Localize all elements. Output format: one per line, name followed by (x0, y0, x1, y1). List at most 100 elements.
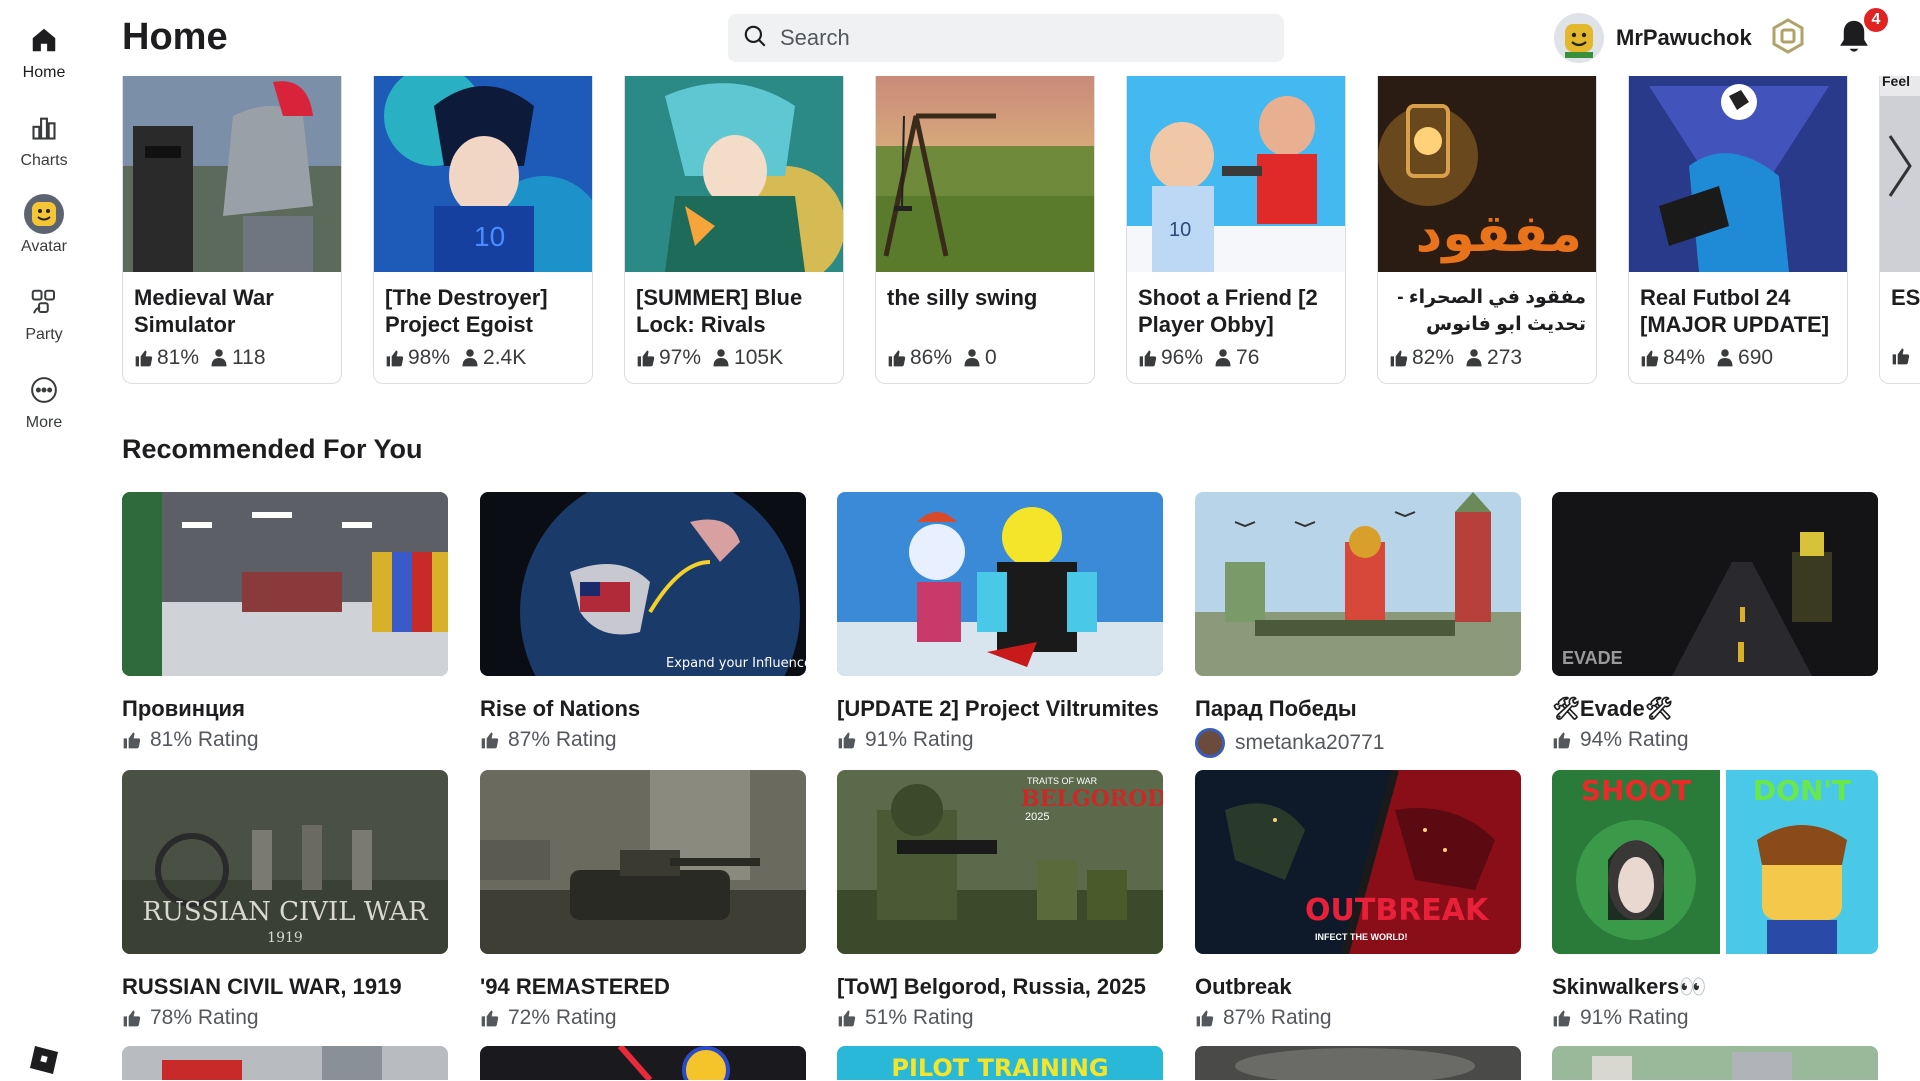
thumbs-up-icon (123, 1010, 141, 1027)
game-card[interactable]: Провинция 81% Rating (122, 492, 448, 752)
robux-icon[interactable] (1770, 17, 1806, 59)
game-players: 118 (232, 346, 266, 369)
game-card[interactable]: Real Futbol 24 [MAJOR UPDATE] 84% 690 (1628, 76, 1848, 384)
rating-text: 94% Rating (1580, 728, 1689, 751)
roblox-logo-icon[interactable] (28, 1044, 60, 1076)
avatar[interactable] (1554, 13, 1604, 63)
game-thumbnail[interactable] (122, 1046, 448, 1080)
game-card[interactable]: RUSSIAN CIVIL WAR 1919 RUSSIAN CIVIL WAR… (122, 770, 448, 1030)
game-card[interactable]: Medieval War Simulator 81% 118 (122, 76, 342, 384)
game-players: 273 (1487, 346, 1523, 369)
game-title: [The Destroyer] Project Egoist (385, 285, 548, 337)
sidebar-item-party[interactable]: Party (0, 282, 88, 362)
thumbnail-text: 1919 (267, 930, 303, 946)
game-card[interactable]: مفقود مفقود في الصحراء - تحديث ابو فانوس… (1377, 76, 1597, 384)
game-stats: 97% 105K (636, 346, 843, 370)
game-card[interactable]: the silly swing 86% 0 (875, 76, 1095, 384)
game-rating: 87% Rating (1195, 1006, 1521, 1030)
game-thumbnail[interactable] (1195, 1046, 1521, 1080)
game-rating: 81% (157, 346, 200, 369)
game-rating: 84% (1663, 346, 1706, 369)
game-thumbnail: Expand your Influence (480, 492, 806, 676)
username[interactable]: MrPawuchok (1616, 25, 1752, 51)
game-card[interactable]: Парад Победы smetanka20771 (1195, 492, 1521, 758)
game-rating: 81% Rating (122, 728, 448, 752)
game-card[interactable]: Expand your Influence Rise of Nations 87… (480, 492, 806, 752)
game-thumbnail: RUSSIAN CIVIL WAR 1919 (122, 770, 448, 954)
game-title: Провинция (122, 696, 245, 721)
game-rating: 87% Rating (480, 728, 806, 752)
thumbnail-text: BELGOROD (1021, 786, 1163, 812)
thumbs-up-icon (1390, 350, 1408, 367)
game-rating: 86% (910, 346, 953, 369)
svg-text:10: 10 (1169, 219, 1191, 241)
search-icon (742, 23, 768, 54)
game-card[interactable]: TRAITS OF WAR BELGOROD 2025 [ToW] Belgor… (837, 770, 1163, 1030)
game-thumbnail (122, 492, 448, 676)
game-thumbnail (1195, 492, 1521, 676)
game-card[interactable]: SHOOT DON'T Skinwalkers👀 91% Rating (1552, 770, 1878, 1030)
game-card[interactable]: EVADE 🛠Evade🛠 94% Rating (1552, 492, 1878, 752)
game-rating: 91% Rating (1552, 1006, 1878, 1030)
game-card[interactable]: 10 [The Destroyer] Project Egoist 98% 2.… (373, 76, 593, 384)
game-players: 0 (985, 346, 997, 369)
thumbs-up-icon (481, 1010, 499, 1027)
search-bar[interactable] (728, 14, 1284, 62)
game-card[interactable]: OUTBREAK INFECT THE WORLD! Outbreak 87% … (1195, 770, 1521, 1030)
sidebar-item-home[interactable]: Home (0, 20, 88, 100)
game-players: 690 (1738, 346, 1774, 369)
game-thumbnail[interactable]: PILOT TRAINING (837, 1046, 1163, 1080)
game-rating: 82% (1412, 346, 1455, 369)
thumbs-up-icon (123, 732, 141, 749)
game-title: Skinwalkers👀 (1552, 974, 1707, 999)
game-title: Medieval War Simulator (134, 285, 274, 337)
game-title: [ToW] Belgorod, Russia, 2025 (837, 974, 1146, 999)
thumbnail-text: EVADE (1562, 648, 1623, 668)
thumbnail-text: Feel (1882, 76, 1910, 89)
game-thumbnail (1629, 76, 1847, 272)
sidebar-item-avatar[interactable]: Avatar (0, 194, 88, 274)
thumbnail-text: RUSSIAN CIVIL WAR (142, 897, 429, 927)
user-area[interactable]: MrPawuchok (1554, 12, 1806, 64)
notification-badge: 4 (1862, 6, 1890, 34)
game-players: 76 (1236, 346, 1260, 369)
game-title: 🛠Evade🛠 (1552, 696, 1673, 721)
sidebar-item-more[interactable]: More (0, 370, 88, 450)
game-thumbnail (837, 492, 1163, 676)
game-thumbnail: 10 (374, 76, 592, 296)
page-title: Home (122, 16, 228, 58)
rating-text: 91% Rating (1580, 1006, 1689, 1029)
game-card[interactable]: [SUMMER] Blue Lock: Rivals 97% 105K (624, 76, 844, 384)
creator-avatar (1195, 728, 1225, 758)
thumbs-up-icon (1892, 348, 1910, 365)
thumbs-up-icon (1553, 732, 1571, 749)
game-thumbnail[interactable] (480, 1046, 806, 1080)
game-stats: 98% 2.4K (385, 346, 592, 370)
game-creator[interactable]: smetanka20771 (1195, 728, 1521, 758)
game-title: Shoot a Friend [2 Player Obby] (1138, 285, 1318, 337)
party-icon (24, 282, 64, 322)
sidebar-item-charts[interactable]: Charts (0, 108, 88, 188)
game-thumbnail: TRAITS OF WAR BELGOROD 2025 (837, 770, 1163, 954)
sidebar: Home Charts Avatar Party More (0, 0, 88, 1080)
sidebar-item-label: More (25, 414, 63, 431)
search-input[interactable] (780, 25, 1260, 51)
thumbnail-text: SHOOT (1581, 774, 1691, 807)
arabic-logo: مفقود (1416, 204, 1582, 264)
game-card[interactable]: Feel ES SH (1879, 76, 1920, 384)
game-card[interactable]: '94 REMASTERED 72% Rating (480, 770, 806, 1030)
game-rating: 96% (1161, 346, 1204, 369)
rating-text: 72% Rating (508, 1006, 617, 1029)
players-icon (1215, 349, 1231, 367)
game-stats: 96% 76 (1138, 346, 1345, 370)
game-card[interactable]: 10 Shoot a Friend [2 Player Obby] 96% 76 (1126, 76, 1346, 384)
game-thumbnail[interactable] (1552, 1046, 1878, 1080)
players-icon (1717, 349, 1733, 367)
game-stats: 86% 0 (887, 346, 1094, 370)
thumbs-up-icon (1196, 1010, 1214, 1027)
game-card[interactable]: [UPDATE 2] Project Viltrumites 91% Ratin… (837, 492, 1163, 752)
game-thumbnail: EVADE (1552, 492, 1878, 676)
home-icon (24, 20, 64, 60)
game-thumbnail: SHOOT DON'T (1552, 770, 1878, 954)
thumbnail-text: INFECT THE WORLD! (1315, 932, 1408, 942)
